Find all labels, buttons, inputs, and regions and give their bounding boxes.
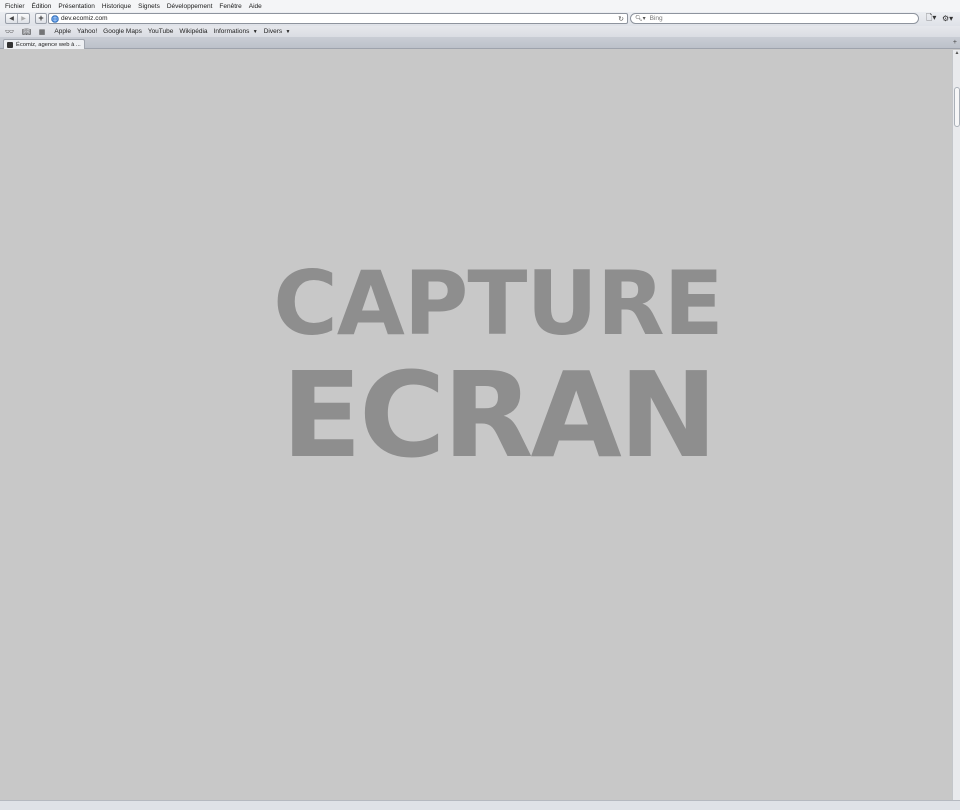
menu-bar: Fichier Édition Présentation Historique … [0,0,960,12]
gear-icon: ⚙▾ [942,14,954,23]
bookmark-wikipedia[interactable]: Wikipédia [179,28,207,35]
search-icon: 🔍︎▾ [635,16,646,22]
tab-strip: Écomiz, agence web à ... + [0,37,960,49]
search-bar[interactable]: 🔍︎▾ [630,13,919,24]
tab-title: Écomiz, agence web à ... [16,41,81,48]
search-input[interactable] [649,14,890,23]
scrollbar-thumb[interactable] [954,87,960,127]
globe-icon [51,14,59,23]
new-tab-plus-icon[interactable]: + [953,39,957,46]
tab-active[interactable]: Écomiz, agence web à ... [3,39,85,49]
bookmark-folder-divers[interactable]: Divers ▼ [264,28,291,35]
forward-button[interactable]: ▶ [17,14,29,23]
bookmark-yahoo[interactable]: Yahoo! [77,28,97,35]
bookmark-youtube[interactable]: YouTube [148,28,174,35]
favicon-icon [7,41,13,48]
bookmark-apple[interactable]: Apple [54,28,71,35]
plus-icon: + [38,13,44,23]
reload-icon[interactable]: ↻ [618,15,624,23]
menu-signets[interactable]: Signets [138,3,160,10]
bookmarks-bar: 👓︎ 📖︎ ▦ Apple Yahoo! Google Maps YouTube… [0,26,960,37]
reading-list-icon[interactable]: 👓︎ [5,28,14,36]
menu-developpement[interactable]: Développement [167,3,213,10]
bookmark-folder-label: Informations [213,28,250,35]
settings-menu-button[interactable]: ⚙▾ [942,13,956,24]
add-bookmark-button[interactable]: + [35,13,47,24]
menu-fichier[interactable]: Fichier [5,3,25,10]
menu-fenetre[interactable]: Fenêtre [219,3,241,10]
page-content: CAPTURE ECRAN [0,50,952,800]
forward-arrow-icon: ▶ [21,16,26,22]
url-text: dev.ecomiz.com [61,15,108,22]
menu-edition[interactable]: Édition [32,3,52,10]
bookmark-google-maps[interactable]: Google Maps [103,28,142,35]
page-menu-button[interactable]: 🗋▾ [926,13,940,24]
bookmarks-book-icon[interactable]: 📖︎ [22,28,31,36]
toolbar: ◀ ▶ + dev.ecomiz.com ↻ 🔍︎▾ 🗋▾ ⚙▾ [0,12,960,26]
menu-presentation[interactable]: Présentation [58,3,95,10]
vertical-scrollbar[interactable]: ▲ [952,50,960,800]
bookmark-folder-label: Divers [263,28,283,35]
back-button[interactable]: ◀ [6,14,17,23]
bookmark-folder-informations[interactable]: Informations ▼ [214,28,258,35]
top-sites-grid-icon[interactable]: ▦ [39,28,46,36]
chevron-down-icon: ▼ [284,29,291,35]
back-arrow-icon: ◀ [9,16,14,22]
menu-aide[interactable]: Aide [249,3,262,10]
status-bar [0,800,960,810]
address-bar[interactable]: dev.ecomiz.com ↻ [48,13,628,24]
nav-buttons: ◀ ▶ [5,13,30,24]
menu-historique[interactable]: Historique [102,3,131,10]
placeholder-title-line1: CAPTURE [273,252,724,355]
page-icon: 🗋▾ [926,12,937,22]
placeholder-title-line2: ECRAN [281,346,717,484]
chevron-down-icon: ▼ [251,29,258,35]
scroll-up-arrow-icon[interactable]: ▲ [953,50,960,57]
